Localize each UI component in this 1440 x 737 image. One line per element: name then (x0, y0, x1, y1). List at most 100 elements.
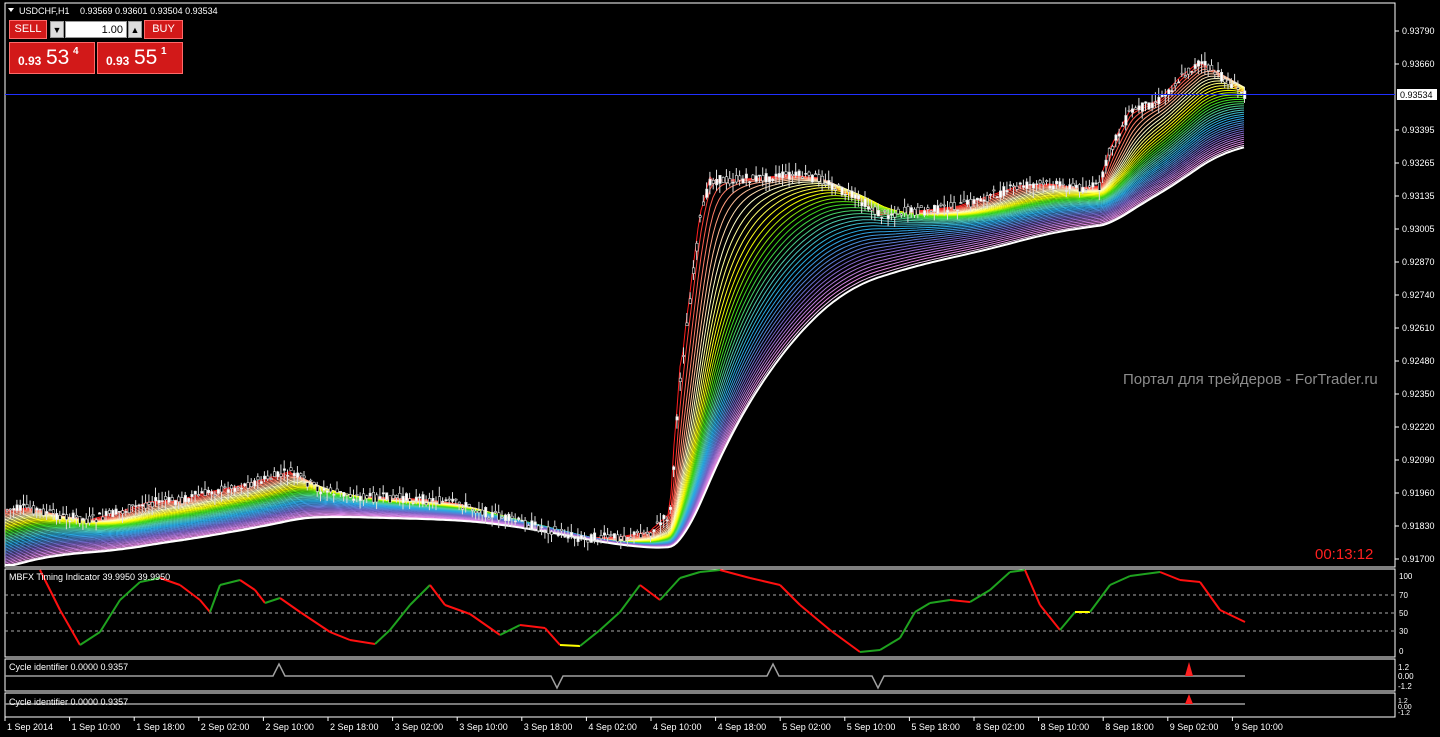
candle-body (573, 536, 577, 539)
candle-body (616, 534, 620, 542)
candle-body (94, 519, 98, 523)
candle-body (1177, 81, 1181, 84)
candle-body (586, 539, 590, 543)
candle-body (348, 494, 352, 498)
candle-body (668, 506, 672, 510)
chart-window[interactable]: USDCHF,H1 0.93569 0.93601 0.93504 0.9353… (0, 0, 1440, 737)
candle-body (936, 205, 940, 214)
candle-body (771, 178, 775, 182)
candle-body (1022, 185, 1026, 188)
candle-body (418, 496, 422, 499)
candle-body (761, 175, 765, 182)
candle-body (1216, 70, 1220, 73)
candle-body (860, 202, 864, 207)
candle-body (1081, 186, 1085, 193)
candle-body (381, 492, 385, 495)
candle-body (35, 507, 39, 511)
buy-price-prefix: 0.93 (106, 54, 130, 68)
watermark-text: Портал для трейдеров - ForTrader.ru (1123, 371, 1378, 388)
candle-body (279, 473, 283, 477)
candle-body (226, 489, 230, 493)
candle-body (490, 511, 494, 518)
candle-body (820, 175, 824, 184)
lot-size-input[interactable] (65, 21, 127, 38)
candle-body (857, 194, 861, 200)
candle-body (1104, 159, 1108, 166)
candle-body (160, 500, 164, 502)
candle-body (942, 204, 946, 207)
candle-body (256, 476, 260, 481)
candle-body (461, 507, 465, 510)
candle-body (1220, 71, 1224, 82)
candle-body (916, 207, 920, 215)
candle-body (777, 173, 781, 178)
sell-price-prefix: 0.93 (18, 54, 42, 68)
candle-body (784, 171, 788, 175)
candle-body (1028, 184, 1032, 186)
candle-body (975, 197, 979, 201)
candle-body (1173, 83, 1177, 87)
candle-body (883, 210, 887, 212)
candle-body (596, 539, 600, 543)
candle-body (517, 517, 521, 520)
candle-body (847, 190, 851, 192)
candle-body (932, 204, 936, 212)
candle-body (1114, 134, 1118, 141)
candle-body (127, 504, 131, 514)
candle-body (665, 519, 669, 522)
price-axis-label: 0.93005 (1402, 224, 1435, 234)
candle-body (210, 491, 214, 495)
candle-body (187, 498, 191, 502)
candle-body (767, 176, 771, 183)
lot-increase-button[interactable]: ▲ (128, 21, 142, 38)
sell-button[interactable]: SELL (9, 20, 47, 39)
candle-body (959, 202, 963, 204)
candle-body (355, 494, 359, 496)
candle-body (71, 512, 75, 519)
candle-body (477, 510, 481, 513)
candle-body (734, 175, 738, 183)
candle-body (484, 507, 488, 518)
candle-body (923, 210, 927, 216)
candle-body (781, 171, 785, 179)
candle-body (635, 531, 639, 533)
candle-body (395, 495, 399, 498)
time-axis-label: 9 Sep 02:00 (1170, 722, 1219, 732)
candle-body (414, 496, 418, 502)
candle-body (404, 493, 408, 501)
candle-body (1124, 115, 1128, 126)
candle-body (1134, 107, 1138, 110)
lot-decrease-button[interactable]: ▼ (50, 21, 64, 38)
candle-body (315, 486, 319, 492)
candle-body (840, 186, 844, 196)
candle-body (398, 492, 402, 499)
candle-body (470, 509, 474, 511)
candle-body (1002, 186, 1006, 197)
candle-body (1041, 182, 1045, 185)
candle-body (108, 510, 112, 514)
osc-segment (559, 644, 581, 647)
buy-price-button[interactable]: 0.93 55 1 (97, 42, 183, 74)
candle-body (824, 182, 828, 185)
candle-body (520, 519, 524, 522)
price-axis-label: 0.92740 (1402, 290, 1435, 300)
osc-level-label: 0 (1399, 647, 1404, 656)
candle-body (114, 508, 118, 515)
candle-body (1098, 182, 1102, 191)
time-axis-label: 9 Sep 10:00 (1234, 722, 1283, 732)
sell-price-button[interactable]: 0.93 53 4 (9, 42, 95, 74)
candle-body (15, 504, 19, 511)
candle-body (903, 207, 907, 214)
candle-body (375, 494, 379, 503)
candle-body (701, 201, 705, 206)
osc-level-label: 30 (1399, 627, 1408, 636)
candle-body (880, 216, 884, 219)
candle-body (1230, 83, 1234, 89)
candle-body (177, 496, 181, 502)
candle-body (642, 531, 646, 534)
buy-button[interactable]: BUY (144, 20, 183, 39)
candle-body (1038, 180, 1042, 184)
candle-body (216, 489, 220, 494)
candle-body (711, 180, 715, 184)
candle-body (715, 178, 719, 186)
